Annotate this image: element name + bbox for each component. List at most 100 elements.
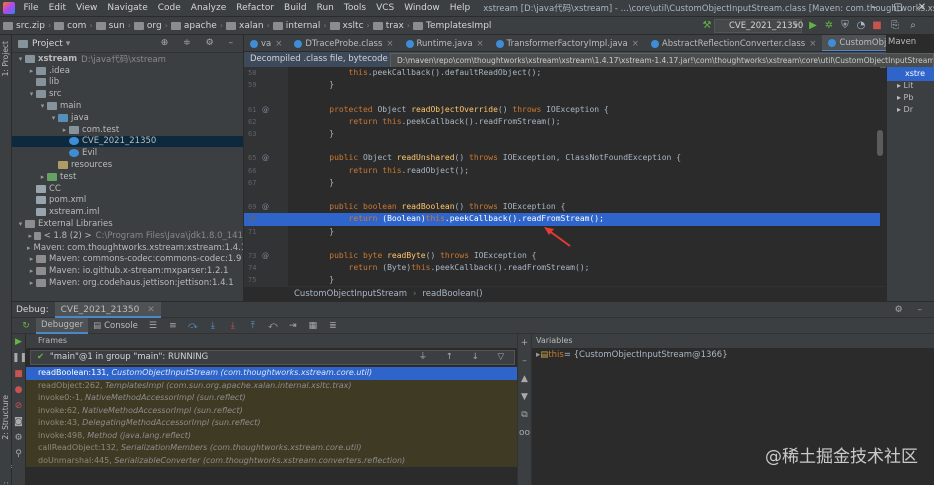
copy-icon[interactable]: ⧉ xyxy=(518,406,531,424)
close-icon[interactable]: ✕ xyxy=(147,305,155,315)
breadcrumb-item[interactable]: apache xyxy=(168,21,220,31)
tree-item[interactable]: ▸ Maven: io.github.x-stream:mxparser:1.2.… xyxy=(12,265,243,277)
tree-item[interactable]: ▾ xstream D:\java代码\xstream xyxy=(12,53,243,65)
step-over-icon[interactable]: ⤼ xyxy=(186,319,200,333)
code-line[interactable]: 61 @ protected Object readObjectOverride(… xyxy=(244,104,880,116)
layout-icon[interactable]: ☰ xyxy=(146,319,160,333)
tree-item[interactable]: ▸ Maven: org.codehaus.jettison:jettison:1… xyxy=(12,277,243,289)
code-line[interactable]: 65 @ public Object readUnshared() throws … xyxy=(244,152,880,164)
chevron-right-icon[interactable]: ▸ xyxy=(27,267,36,275)
code-line[interactable]: 58 this.peekCallback().defaultReadObject… xyxy=(244,67,880,79)
chevron-right-icon[interactable]: ▸ xyxy=(27,279,36,287)
code-line[interactable]: 74 return (Byte)this.peekCallback().read… xyxy=(244,262,880,274)
breadcrumb-item[interactable]: xsltc xyxy=(327,21,367,31)
editor-tab[interactable]: CustomObjectInputStream.class× xyxy=(822,35,886,51)
stop-icon[interactable]: ■ xyxy=(870,19,884,33)
close-icon[interactable]: × xyxy=(477,36,484,52)
show-execution-point-icon[interactable]: ≡ xyxy=(166,319,180,333)
step-into-icon[interactable]: ⤓ xyxy=(206,319,220,333)
breadcrumb-class[interactable]: CustomObjectInputStream xyxy=(294,287,407,301)
frame-item[interactable]: invoke:498, Method (java.lang.reflect) xyxy=(26,429,517,442)
frame-item[interactable]: invoke:62, NativeMethodAccessorImpl (sun… xyxy=(26,404,517,417)
view-breakpoints-icon[interactable]: ● xyxy=(12,382,25,398)
menu-item[interactable]: Tools xyxy=(339,3,371,13)
close-button[interactable]: ✕ xyxy=(910,0,934,17)
menu-item[interactable]: Refactor xyxy=(231,3,279,13)
tree-item[interactable]: ▸ test xyxy=(12,171,243,183)
thread-select[interactable]: ✔ "main"@1 in group "main": RUNNING ⏚ ↑ … xyxy=(30,350,515,365)
tree-item[interactable]: pom.xml xyxy=(12,195,243,207)
move-down-icon[interactable]: ▼ xyxy=(518,388,531,406)
chevron-right-icon[interactable]: ▸ xyxy=(60,126,69,134)
project-panel-tools[interactable]: ⊕ ≑ ⚙ – xyxy=(161,38,239,48)
chevron-right-icon[interactable]: ▸ xyxy=(27,232,34,240)
frame-item[interactable]: invoke:43, DelegatingMethodAccessorImpl … xyxy=(26,417,517,430)
chevron-down-icon[interactable]: ▾ xyxy=(16,220,25,228)
menu-item[interactable]: Build xyxy=(279,3,312,13)
project-tool-tab[interactable]: 1: Project xyxy=(1,41,11,76)
tree-item[interactable]: lib xyxy=(12,77,243,89)
pause-icon[interactable]: ❚❚ xyxy=(12,350,27,366)
maven-tool-tab[interactable]: Maven xyxy=(888,37,916,47)
code-line[interactable] xyxy=(244,189,880,201)
menu-item[interactable]: Analyze xyxy=(186,3,231,13)
hammer-icon[interactable]: ⚒ xyxy=(700,19,714,33)
chevron-right-icon[interactable]: ▸ xyxy=(27,255,36,263)
tree-item[interactable]: ▾ main xyxy=(12,100,243,112)
breadcrumb-item[interactable]: com xyxy=(51,21,89,31)
override-marker-icon[interactable]: @ xyxy=(262,104,269,116)
minimize-button[interactable]: – xyxy=(862,0,886,17)
menu-item[interactable]: Navigate xyxy=(102,3,152,13)
code-line[interactable]: 71 } xyxy=(244,226,880,238)
frame-item[interactable]: callReadObject:132, SerializationMembers… xyxy=(26,442,517,455)
tree-item[interactable]: ▸ < 1.8 (2) > C:\Program Files\Java\jdk1.8… xyxy=(12,230,243,242)
step-out-icon[interactable]: ⤒ xyxy=(246,319,260,333)
resume-icon[interactable]: ▶ xyxy=(12,334,25,350)
chevron-down-icon[interactable]: ▾ xyxy=(66,39,71,49)
evaluate-icon[interactable]: ▦ xyxy=(306,319,320,333)
rerun-icon[interactable]: ↻ xyxy=(19,319,33,333)
editor-tab[interactable]: Runtime.java × xyxy=(400,35,490,52)
chevron-down-icon[interactable]: ▾ xyxy=(49,114,58,122)
pin-icon[interactable]: ⚲ xyxy=(12,446,25,462)
code-line[interactable]: 75 } xyxy=(244,274,880,286)
editor-tab[interactable]: DTraceProbe.class × xyxy=(288,35,399,51)
menu-item[interactable]: Help xyxy=(445,3,476,13)
breadcrumb-item[interactable]: trax xyxy=(370,21,407,31)
watches-icon[interactable]: oo xyxy=(518,424,531,442)
force-step-into-icon[interactable]: ⤓ xyxy=(226,319,240,333)
chevron-right-icon[interactable]: ▸ xyxy=(38,173,47,181)
thread-tools[interactable]: ⏚ ↑ ↓ ▽ xyxy=(419,351,512,364)
favorites-tool-tab[interactable]: 2: Favorites xyxy=(1,455,19,485)
override-marker-icon[interactable]: @ xyxy=(262,152,269,164)
run-icon[interactable]: ▶ xyxy=(806,19,820,33)
tree-item[interactable]: ▾ src xyxy=(12,88,243,100)
menu-item[interactable]: Edit xyxy=(44,3,71,13)
move-up-icon[interactable]: ▲ xyxy=(518,370,531,388)
close-icon[interactable]: × xyxy=(809,36,816,52)
code-line[interactable] xyxy=(244,140,880,152)
close-icon[interactable]: × xyxy=(632,36,639,52)
menu-item[interactable]: File xyxy=(19,3,44,13)
menu-item[interactable]: Window xyxy=(399,3,445,13)
editor-scrollbar[interactable] xyxy=(877,130,883,156)
structure-tool-tab[interactable]: 2: Structure xyxy=(1,395,11,440)
editor-tab[interactable]: va × xyxy=(244,35,288,51)
code-line[interactable]: 59 } xyxy=(244,79,880,91)
tree-item[interactable]: ▸ com.test xyxy=(12,124,243,136)
vcs-icon[interactable]: ⎘ xyxy=(888,19,902,33)
project-panel-title[interactable]: Project xyxy=(32,39,63,49)
tree-item[interactable]: ▸ Maven: commons-codec:commons-codec:1.9 xyxy=(12,254,243,266)
tree-item[interactable]: Evil xyxy=(12,147,243,159)
tree-item[interactable]: ▾ External Libraries xyxy=(12,218,243,230)
frame-item[interactable]: doUnmarshal:445, SerializableConverter (… xyxy=(26,454,517,467)
breadcrumb-item[interactable]: xalan xyxy=(223,21,267,31)
code-line[interactable]: 69 @ public boolean readBoolean() throws … xyxy=(244,201,880,213)
menu-item[interactable]: Run xyxy=(312,3,339,13)
breadcrumb-item[interactable]: sun xyxy=(93,21,128,31)
tab-debugger[interactable]: Debugger xyxy=(36,317,89,334)
menu-item[interactable]: VCS xyxy=(371,3,399,13)
editor-tab[interactable]: TransformerFactoryImpl.java × xyxy=(490,35,645,52)
tree-item[interactable]: ▸ Maven: com.thoughtworks.xstream:xstream… xyxy=(12,242,243,254)
stop-debug-icon[interactable]: ■ xyxy=(12,366,25,382)
